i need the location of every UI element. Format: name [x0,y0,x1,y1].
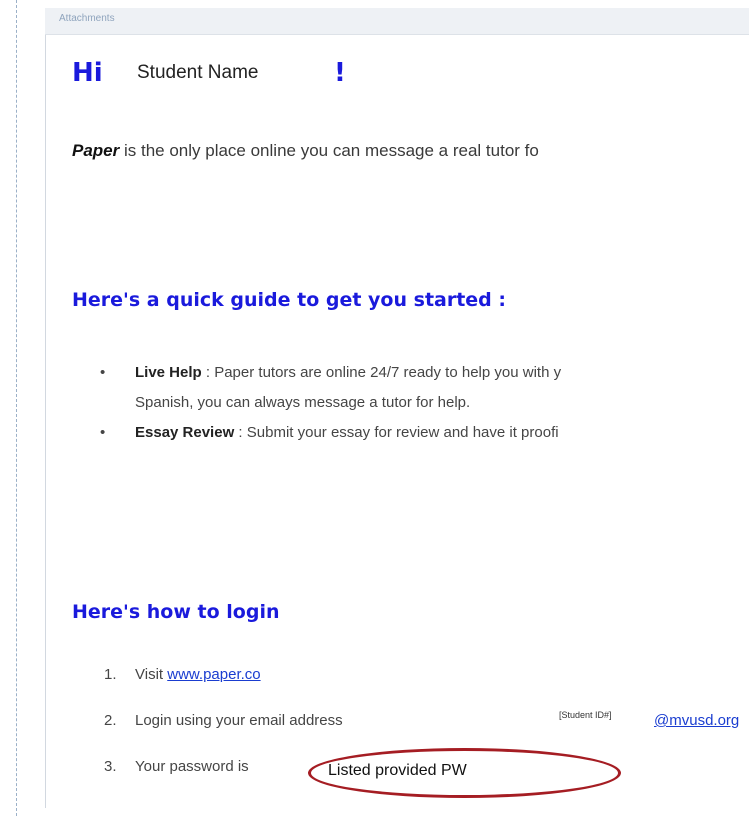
guide-item-line: Live Help : Paper tutors are online 24/7… [100,358,749,388]
student-name: Student Name [137,62,259,83]
attachments-bar[interactable]: Attachments [45,8,749,35]
step-text: Login using your email address [135,712,343,729]
email-domain-link[interactable]: @mvusd.org [654,712,739,729]
step-number: 1. [104,666,117,683]
guide-item-line: Essay Review : Submit your essay for rev… [100,418,749,448]
step-number: 2. [104,712,117,729]
password-value: Listed provided PW [328,762,467,779]
bullet-icon: • [100,424,106,441]
guide-item-term: Essay Review [135,424,235,441]
login-heading: Here's how to login [72,601,280,623]
guide-item-live-help: • Live Help : Paper tutors are online 24… [100,358,749,418]
guide-item-continuation: Spanish, you can always message a tutor … [135,394,471,411]
login-step-2: 2. Login using your email address [Stude… [104,708,749,754]
guide-heading: Here's a quick guide to get you started … [72,289,506,311]
greeting-exclamation: ! [334,58,346,88]
guide-item-description: Paper tutors are online 24/7 ready to he… [214,364,562,381]
step-text-label: Visit [135,666,168,683]
intro-paragraph: Paper is the only place online you can m… [72,141,749,161]
page-edge-rule [16,0,18,816]
guide-item-essay-review: • Essay Review : Submit your essay for r… [100,418,749,448]
guide-item-term: Live Help [135,364,202,381]
guide-list: • Live Help : Paper tutors are online 24… [100,358,749,448]
brand-name: Paper [72,141,120,160]
attachments-label[interactable]: Attachments [59,13,115,24]
step-number: 3. [104,758,117,775]
guide-item-description: Submit your essay for review and have it… [246,424,559,441]
student-id-placeholder: [Student ID#] [559,710,612,720]
greeting-hi: Hi [72,58,103,88]
login-step-1: 1. Visit www.paper.co [104,662,749,708]
step-text: Visit www.paper.co [135,666,261,683]
guide-item-separator: : [201,364,215,381]
intro-text: is the only place online you can message… [119,141,539,160]
step-text: Your password is [135,758,249,775]
bullet-icon: • [100,364,106,381]
guide-item-separator: : [234,424,247,441]
website-link[interactable]: www.paper.co [167,666,260,683]
